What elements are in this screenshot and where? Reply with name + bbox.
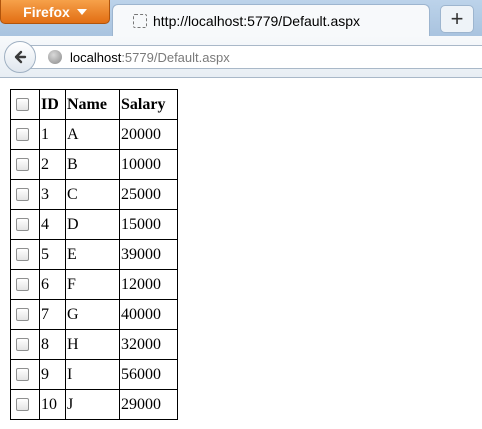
cell-name: E	[65, 239, 120, 270]
row-select-cell	[10, 119, 40, 150]
grid-header-row: ID Name Salary	[10, 89, 178, 120]
cell-salary: 25000	[119, 179, 178, 210]
row-select-cell	[10, 299, 40, 330]
back-button[interactable]	[4, 41, 36, 73]
grid-body: 1 A 20000 2 B 10000 3 C 25000 4 D 15000 5 E 39000 6 F 120…	[10, 119, 178, 420]
row-select-checkbox[interactable]	[16, 218, 29, 232]
back-arrow-icon	[14, 50, 27, 64]
row-select-cell	[10, 389, 40, 420]
cell-id: 8	[39, 329, 66, 360]
dropdown-arrow-icon	[76, 8, 87, 15]
firefox-menu-label: Firefox	[23, 3, 70, 20]
header-id: ID	[39, 89, 66, 120]
cell-name: B	[65, 149, 120, 180]
row-select-checkbox[interactable]	[16, 308, 29, 322]
cell-salary: 32000	[119, 329, 178, 360]
firefox-menu-button[interactable]: Firefox	[0, 0, 110, 24]
row-select-checkbox[interactable]	[16, 128, 29, 142]
browser-chrome: Firefox http://localhost:5779/Default.as…	[0, 0, 482, 78]
url-host: localhost	[70, 49, 122, 65]
header-name: Name	[65, 89, 120, 120]
row-select-cell	[10, 179, 40, 210]
tab-default-aspx[interactable]: http://localhost:5779/Default.aspx	[112, 4, 430, 36]
cell-salary: 56000	[119, 359, 178, 390]
cell-id: 9	[39, 359, 66, 390]
table-row: 5 E 39000	[10, 239, 178, 270]
cell-id: 1	[39, 119, 66, 150]
row-select-cell	[10, 149, 40, 180]
cell-id: 3	[39, 179, 66, 210]
tab-title: http://localhost:5779/Default.aspx	[153, 12, 361, 29]
cell-name: H	[65, 329, 120, 360]
cell-name: G	[65, 299, 120, 330]
row-select-cell	[10, 359, 40, 390]
table-row: 9 I 56000	[10, 359, 178, 390]
cell-salary: 12000	[119, 269, 178, 300]
cell-salary: 29000	[119, 389, 178, 420]
url-path: :5779/Default.aspx	[121, 49, 230, 65]
header-select-all-cell	[10, 89, 40, 120]
cell-id: 10	[39, 389, 66, 420]
row-select-cell	[10, 329, 40, 360]
table-row: 3 C 25000	[10, 179, 178, 210]
cell-id: 7	[39, 299, 66, 330]
row-select-cell	[10, 209, 40, 240]
page-icon	[133, 13, 147, 28]
row-select-checkbox[interactable]	[16, 368, 29, 382]
row-select-cell	[10, 239, 40, 270]
row-select-cell	[10, 269, 40, 300]
row-select-checkbox[interactable]	[16, 158, 29, 172]
row-select-checkbox[interactable]	[16, 338, 29, 352]
globe-icon	[48, 50, 62, 64]
table-row: 6 F 12000	[10, 269, 178, 300]
row-select-checkbox[interactable]	[16, 278, 29, 292]
tab-strip: Firefox http://localhost:5779/Default.as…	[0, 0, 482, 36]
table-row: 4 D 15000	[10, 209, 178, 240]
table-row: 7 G 40000	[10, 299, 178, 330]
cell-name: C	[65, 179, 120, 210]
table-row: 10 J 29000	[10, 389, 178, 420]
employee-grid: ID Name Salary 1 A 20000 2 B 10000 3 C 25000 4 D 15…	[10, 89, 178, 420]
cell-id: 2	[39, 149, 66, 180]
cell-salary: 40000	[119, 299, 178, 330]
table-row: 8 H 32000	[10, 329, 178, 360]
row-select-checkbox[interactable]	[16, 188, 29, 202]
table-row: 2 B 10000	[10, 149, 178, 180]
table-row: 1 A 20000	[10, 119, 178, 150]
cell-name: J	[65, 389, 120, 420]
cell-name: F	[65, 269, 120, 300]
cell-salary: 20000	[119, 119, 178, 150]
select-all-checkbox[interactable]	[16, 98, 29, 112]
row-select-checkbox[interactable]	[16, 248, 29, 262]
cell-id: 6	[39, 269, 66, 300]
navigation-bar: localhost:5779/Default.aspx	[0, 36, 482, 78]
cell-salary: 15000	[119, 209, 178, 240]
cell-name: I	[65, 359, 120, 390]
row-select-checkbox[interactable]	[16, 398, 29, 412]
url-bar[interactable]: localhost:5779/Default.aspx	[30, 45, 482, 69]
cell-id: 4	[39, 209, 66, 240]
cell-name: D	[65, 209, 120, 240]
cell-salary: 39000	[119, 239, 178, 270]
cell-salary: 10000	[119, 149, 178, 180]
new-tab-button[interactable]: +	[440, 5, 474, 33]
cell-id: 5	[39, 239, 66, 270]
header-salary: Salary	[119, 89, 178, 120]
cell-name: A	[65, 119, 120, 150]
